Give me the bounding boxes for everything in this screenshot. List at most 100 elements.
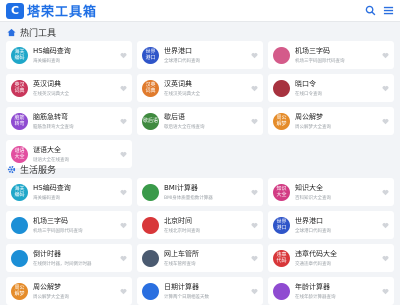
tool-icon: 世界 港口 [273,216,290,234]
tool-card[interactable]: 海关 编码 HS编码查询 海关编码查询 [6,41,132,69]
tool-title: 英汉词典 [33,80,61,88]
tool-icon: 周公 解梦 [11,282,28,300]
tool-icon [142,249,159,267]
heart-icon[interactable] [119,117,127,125]
heart-icon[interactable] [381,84,389,92]
heart-icon[interactable] [250,188,258,196]
menu-icon[interactable] [382,5,394,17]
tool-card[interactable]: 世界 港口 世界港口全球港口代码查询 [137,41,263,69]
tool-title: 周公解梦 [295,113,323,121]
tool-card[interactable]: 汉英 词典 汉英词典 在线汉英词典大全 [137,74,263,102]
heart-icon[interactable] [381,287,389,295]
heart-icon[interactable] [250,287,258,295]
tool-title: 网上车管所 [164,250,199,258]
heart-icon[interactable] [250,51,258,59]
tool-description: 百科知识大全查询 [295,196,331,201]
tool-title: 倒计时器 [33,250,61,258]
tool-description: 周公解梦大全查询 [33,295,69,300]
tool-title: HS编码查询 [33,184,71,192]
tool-description: 计算两个日期相差天数 [164,295,209,300]
tool-icon: 英汉 词典 [11,79,28,97]
heart-icon[interactable] [119,84,127,92]
tool-card[interactable]: 北京时间 在线北京时间查询 [137,211,263,239]
tool-card[interactable]: 倒计时器在线倒计时器，时间倒计时器 [6,244,132,272]
heart-icon[interactable] [381,188,389,196]
tool-card[interactable]: 日期计算器计算两个日期相差天数 [137,277,263,305]
tool-card[interactable]: 违章 代码 违章代码大全 交通违章代码查询 [268,244,394,272]
tool-icon: 世界 港口 [142,46,159,64]
tool-title: HS编码查询 [33,47,71,55]
heart-icon[interactable] [250,84,258,92]
site-logo[interactable]: C 塔荣工具箱 [6,1,97,20]
tool-description: BMI身体质量指数计算器 [164,196,213,201]
tool-description: 歇后语大全在线查询 [164,125,205,130]
gear-icon [6,165,16,175]
tool-icon: 海关 编码 [11,46,28,64]
tool-icon [273,46,290,64]
heart-icon[interactable] [381,254,389,262]
section-title-text: 热门工具 [20,29,57,39]
tool-card[interactable]: 知识 大全 知识大全 百科知识大全查询 [268,178,394,206]
tool-icon [142,216,159,234]
heart-icon[interactable] [381,51,389,59]
tool-description: 全球港口代码查询 [295,229,331,234]
heart-icon[interactable] [381,117,389,125]
top-header: C 塔荣工具箱 [0,0,400,22]
tool-description: 在线车管所查询 [164,262,196,267]
tool-description: 机场三字码国际代码查询 [295,59,345,64]
tool-description: 周公解梦大全查询 [295,125,331,130]
tool-icon [11,249,28,267]
section-title-life: 生活服务 [6,163,56,176]
tool-description: 脑筋急转弯大全查询 [33,125,74,130]
tool-title: 世界港口 [295,217,323,225]
tool-card[interactable]: 歇后语 歇后语 歇后语大全在线查询 [137,107,263,135]
tool-card[interactable]: BMI计算器 BMI身体质量指数计算器 [137,178,263,206]
heart-icon[interactable] [119,221,127,229]
tool-card[interactable]: 网上车管所在线车管所查询 [137,244,263,272]
heart-icon[interactable] [381,221,389,229]
tool-icon: 汉英 词典 [142,79,159,97]
tool-title: 机场三字码 [33,217,68,225]
heart-icon[interactable] [250,221,258,229]
tool-title: 晓口令 [295,80,316,88]
tool-title: 脑筋急转弯 [33,113,68,121]
tool-title: 世界港口 [164,47,192,55]
tool-card[interactable]: 机场三字码 机场三字码国际代码查询 [6,211,132,239]
site-title: 塔荣工具箱 [27,5,98,20]
tool-icon [11,216,28,234]
tool-title: 知识大全 [295,184,323,192]
tool-card[interactable]: 周公 解梦 周公解梦周公解梦大全查询 [268,107,394,135]
tool-card[interactable]: 晓口令 在线口令查询 [268,74,394,102]
heart-icon[interactable] [119,51,127,59]
heart-icon[interactable] [250,254,258,262]
heart-icon[interactable] [250,117,258,125]
tool-card[interactable]: 海关 编码 HS编码查询 海关编码查询 [6,178,132,206]
heart-icon[interactable] [119,150,127,158]
tool-card[interactable]: 世界 港口 世界港口全球港口代码查询 [268,211,394,239]
tool-card[interactable]: 英汉 词典 英汉词典 在线英汉词典大全 [6,74,132,102]
tool-card[interactable]: 周公 解梦 周公解梦 周公解梦大全查询 [6,277,132,305]
search-icon[interactable] [364,5,376,17]
tool-card[interactable]: 年龄计算器 在线年龄计算器查询 [268,277,394,305]
tool-icon [142,183,159,201]
tool-description: 在线口令查询 [295,92,322,97]
heart-icon[interactable] [119,287,127,295]
tool-title: 谜语大全 [33,146,61,154]
heart-icon[interactable] [119,188,127,196]
logo-mark-icon: C [6,2,24,19]
tool-description: 在线倒计时器，时间倒计时器 [33,262,92,267]
tool-card[interactable]: 脑筋 转弯 脑筋急转弯脑筋急转弯大全查询 [6,107,132,135]
tool-icon: 周公 解梦 [273,112,290,130]
tool-icon: 歇后语 [142,112,159,130]
tool-icon: 脑筋 转弯 [11,112,28,130]
heart-icon[interactable] [119,254,127,262]
tool-description: 全球港口代码查询 [164,59,200,64]
tool-title: 汉英词典 [164,80,192,88]
tool-icon [273,282,290,300]
tool-title: 日期计算器 [164,283,199,291]
life-services-grid: 海关 编码 HS编码查询 海关编码查询 BMI计算器 BMI身体质量指数计算器 知识 大全… [6,178,395,305]
tool-title: 歇后语 [164,113,185,121]
tool-description: 在线年龄计算器查询 [295,295,336,300]
tool-icon: 谜语 大全 [11,145,28,163]
tool-card[interactable]: 机场三字码 机场三字码国际代码查询 [268,41,394,69]
